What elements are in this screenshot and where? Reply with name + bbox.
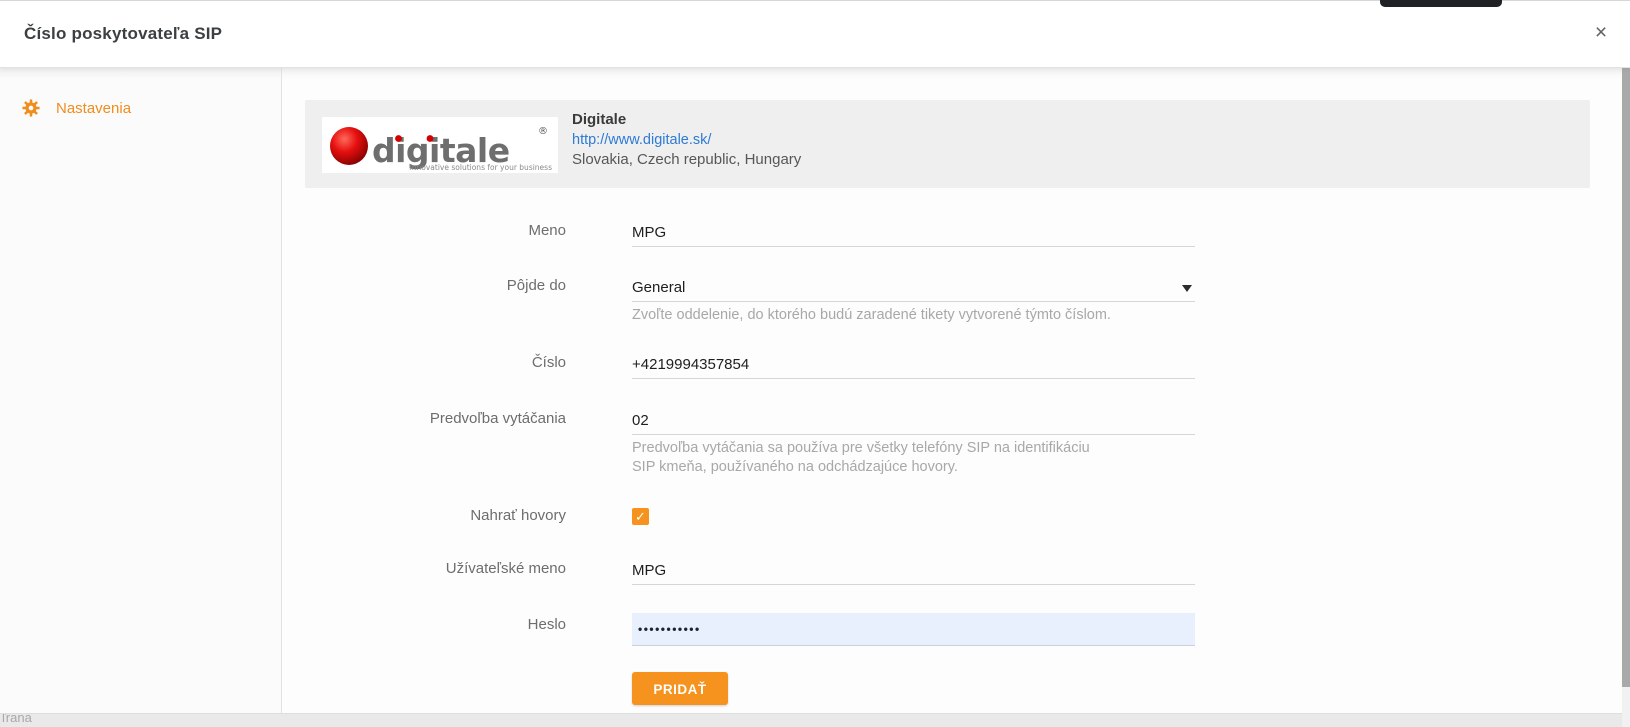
vertical-scrollbar[interactable] [1622,67,1630,727]
password-masked-value: ••••••••••• [632,613,1195,645]
heslo-input[interactable]: ••••••••••• [632,613,1195,646]
sidebar-item-label: Nastavenia [56,94,131,124]
pojde-do-selected-value: General [632,279,685,296]
logo-tagline: Innovative solutions for your business [410,163,553,172]
provider-card: digitale ® Innovative solutions for your… [305,100,1590,188]
gear-icon [22,99,40,117]
nahrat-hovory-checkbox[interactable]: ✓ [632,508,649,525]
meno-input[interactable]: MPG [632,219,1195,247]
logo-red-sphere-icon [330,127,368,165]
nahrat-hovory-label: Nahrať hovory [306,506,566,526]
uzivatelske-meno-label: Užívateľské meno [306,559,566,579]
scrollbar-thumb[interactable] [1622,67,1630,687]
pojde-do-helper: Zvoľte oddelenie, do ktorého budú zarade… [632,306,1112,325]
cislo-input[interactable]: +4219994357854 [632,351,1195,379]
sidebar: Nastavenia [0,67,282,713]
cislo-label: Číslo [306,353,566,373]
dialog-header: Číslo poskytovateľa SIP × [0,0,1630,68]
chevron-down-icon [1182,285,1192,292]
predvolba-helper: Predvoľba vytáčania sa používa pre všetk… [632,439,1112,477]
sidebar-item-nastavenia[interactable]: Nastavenia [0,94,281,124]
main-panel: digitale ® Innovative solutions for your… [282,67,1622,713]
digitale-logo: digitale ® Innovative solutions for your… [322,117,558,173]
registered-mark: ® [538,126,548,137]
background-page-strip: ľrana [0,713,1622,727]
predvolba-input[interactable]: 02 [632,407,1195,435]
pojde-do-select[interactable]: General [632,274,1195,302]
pojde-do-label: Pôjde do [306,276,566,296]
close-icon[interactable]: × [1586,19,1616,49]
provider-regions: Slovakia, Czech republic, Hungary [572,150,801,170]
provider-name: Digitale [572,110,801,130]
pridat-button[interactable]: PRIDAŤ [632,672,728,705]
uzivatelske-meno-input[interactable]: MPG [632,557,1195,585]
checkmark-icon: ✓ [632,508,649,525]
predvolba-label: Predvoľba vytáčania [306,409,566,429]
heslo-label: Heslo [306,615,566,635]
top-dark-tab-fragment [1380,0,1502,7]
provider-info: Digitale http://www.digitale.sk/ Slovaki… [572,110,801,170]
provider-url-link[interactable]: http://www.digitale.sk/ [572,130,801,150]
dialog-title: Číslo poskytovateľa SIP [24,1,222,67]
sip-provider-dialog: Číslo poskytovateľa SIP × [0,0,1630,727]
background-text-fragment: ľrana [2,713,32,725]
meno-label: Meno [306,221,566,241]
